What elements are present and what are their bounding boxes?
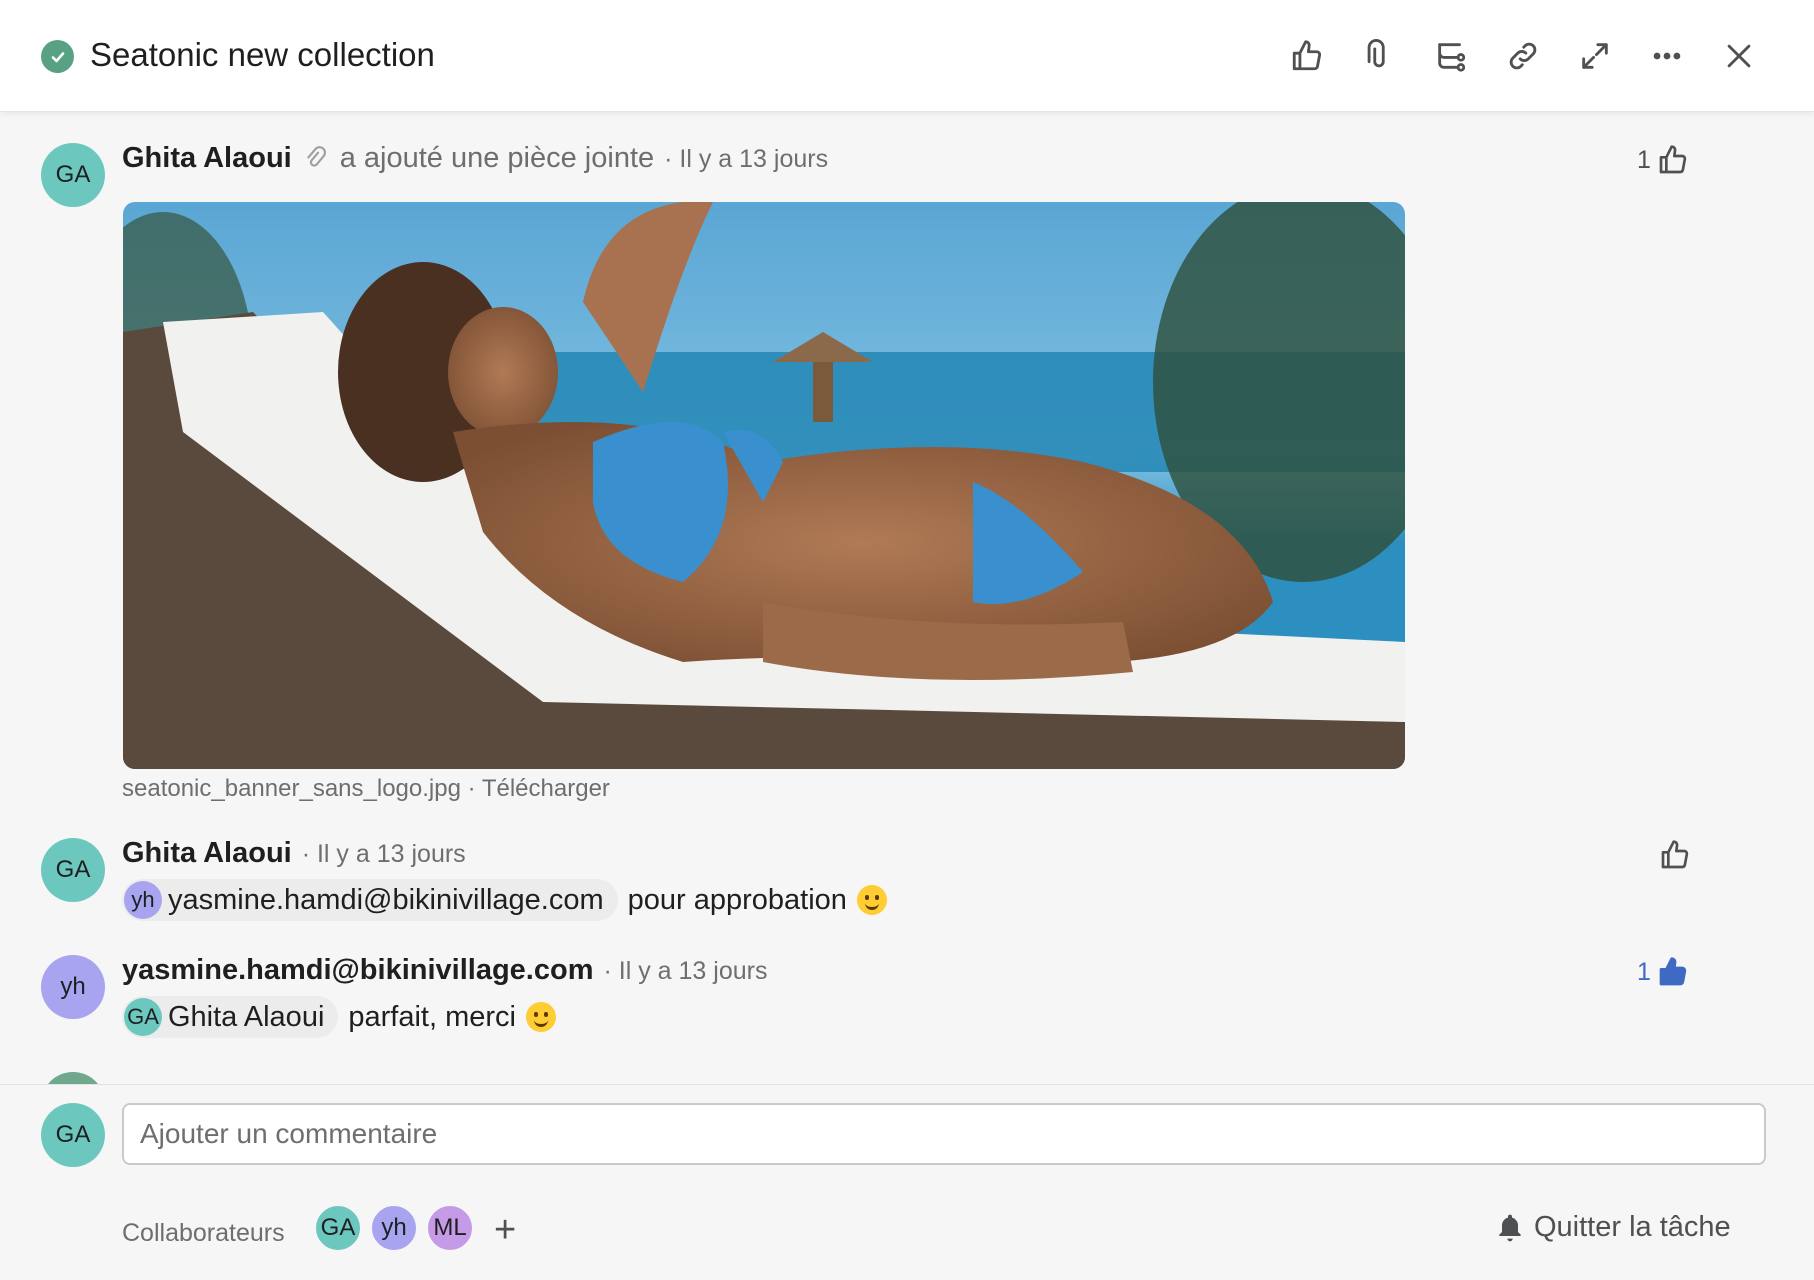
subtask-icon[interactable] bbox=[1431, 36, 1471, 76]
timestamp: · Il y a 13 jours bbox=[301, 840, 466, 868]
thumbs-up-icon bbox=[1659, 145, 1687, 174]
author-name[interactable]: Ghita Alaoui bbox=[122, 837, 292, 870]
task-header: Seatonic new collection bbox=[0, 0, 1814, 112]
thumbs-up-icon bbox=[1661, 840, 1689, 869]
activity-feed[interactable]: GA Ghita Alaoui a ajouté une pièce joint… bbox=[0, 112, 1814, 1084]
expand-icon[interactable] bbox=[1575, 36, 1615, 76]
task-complete-check-icon[interactable] bbox=[41, 40, 74, 73]
story-action: a ajouté une pièce jointe bbox=[339, 142, 655, 174]
mention-chip[interactable]: GA Ghita Alaoui bbox=[122, 996, 339, 1038]
current-user-avatar[interactable]: GA bbox=[41, 1103, 105, 1167]
download-link[interactable]: Télécharger bbox=[482, 775, 610, 802]
beach-photo bbox=[123, 202, 1405, 769]
paperclip-icon[interactable] bbox=[1359, 36, 1399, 76]
avatar[interactable]: GA bbox=[41, 143, 105, 207]
leave-task-button[interactable]: Quitter la tâche bbox=[1494, 1211, 1731, 1244]
attachment-caption: seatonic_banner_sans_logo.jpg · Téléchar… bbox=[122, 775, 610, 803]
story-header: Ghita Alaoui a ajouté une pièce jointe ·… bbox=[122, 142, 828, 175]
paperclip-icon bbox=[304, 145, 330, 172]
collaborator-avatar[interactable]: yh bbox=[370, 1204, 418, 1252]
comment-header: Ghita Alaoui · Il y a 13 jours bbox=[122, 837, 466, 870]
author-name[interactable]: Ghita Alaoui bbox=[122, 142, 292, 175]
add-collaborator-button[interactable]: + bbox=[494, 1209, 516, 1252]
attachment-image[interactable] bbox=[123, 202, 1405, 769]
comment-message: parfait, merci bbox=[348, 1000, 516, 1033]
avatar[interactable]: yh bbox=[41, 955, 105, 1019]
comment-header: yasmine.hamdi@bikinivillage.com · Il y a… bbox=[122, 954, 767, 987]
caption-separator: · bbox=[460, 775, 482, 802]
mention-chip[interactable]: yh yasmine.hamdi@bikinivillage.com bbox=[122, 879, 618, 921]
collaborator-avatar[interactable]: ML bbox=[426, 1204, 474, 1252]
author-name[interactable]: yasmine.hamdi@bikinivillage.com bbox=[122, 954, 594, 987]
bell-icon bbox=[1499, 1214, 1521, 1241]
more-icon[interactable] bbox=[1647, 36, 1687, 76]
like-button[interactable]: 1 bbox=[1637, 956, 1689, 988]
comment-input[interactable] bbox=[122, 1103, 1766, 1165]
avatar[interactable]: GA bbox=[41, 838, 105, 902]
mention-avatar: GA bbox=[124, 998, 162, 1036]
mention-name: Ghita Alaoui bbox=[168, 1000, 325, 1033]
like-button[interactable]: 1 bbox=[1637, 144, 1689, 176]
comment-composer: GA Collaborateurs GA yh ML + Quitter la … bbox=[0, 1084, 1814, 1280]
task-title[interactable]: Seatonic new collection bbox=[90, 36, 435, 74]
timestamp: · Il y a 13 jours bbox=[664, 145, 829, 173]
comment-text: GA Ghita Alaoui parfait, merci bbox=[122, 996, 556, 1038]
leave-task-label: Quitter la tâche bbox=[1534, 1211, 1731, 1243]
like-count: 1 bbox=[1637, 957, 1651, 986]
thumbs-up-icon[interactable] bbox=[1287, 36, 1327, 76]
like-count: 1 bbox=[1637, 145, 1651, 174]
collaborators-label: Collaborateurs bbox=[122, 1219, 285, 1247]
comment-message: pour approbation bbox=[627, 883, 847, 916]
timestamp: · Il y a 13 jours bbox=[603, 957, 768, 985]
comment-text: yh yasmine.hamdi@bikinivillage.com pour … bbox=[122, 879, 887, 921]
like-button[interactable] bbox=[1659, 839, 1691, 871]
smile-emoji-icon bbox=[526, 1002, 556, 1032]
collaborator-avatar[interactable]: GA bbox=[314, 1204, 362, 1252]
thumbs-up-icon bbox=[1659, 957, 1687, 986]
mention-name: yasmine.hamdi@bikinivillage.com bbox=[168, 883, 604, 916]
mention-avatar: yh bbox=[124, 881, 162, 919]
smile-emoji-icon bbox=[856, 885, 887, 915]
close-icon[interactable] bbox=[1719, 36, 1759, 76]
attachment-filename[interactable]: seatonic_banner_sans_logo.jpg bbox=[122, 775, 461, 802]
link-icon[interactable] bbox=[1503, 36, 1543, 76]
